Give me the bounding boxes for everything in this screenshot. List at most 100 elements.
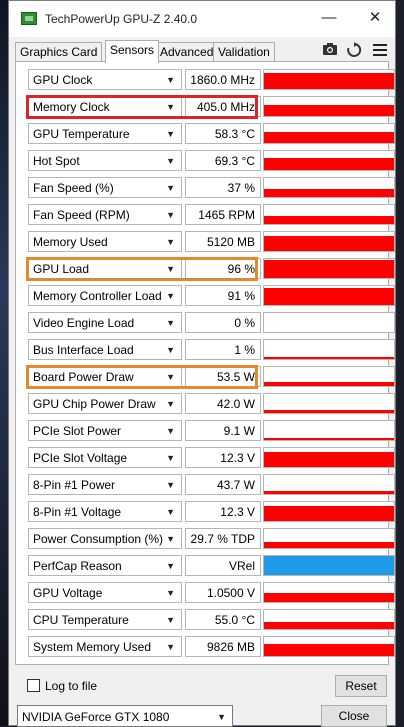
chevron-down-icon: ▼ [166,75,175,85]
sensor-graph-fill [264,382,394,386]
reset-button[interactable]: Reset [335,675,387,697]
sensor-graph [263,366,395,387]
menu-icon[interactable] [369,42,391,60]
chevron-down-icon: ▼ [166,507,175,517]
sensor-select[interactable]: Memory Controller Load ▼ [28,285,182,306]
sensor-graph-fill [264,491,394,494]
sensor-graph [263,231,395,252]
sensor-label: Fan Speed (%) [33,181,114,195]
footer: Log to file Reset NVIDIA GeForce GTX 108… [9,665,395,727]
sensor-value: 9826 MB [185,636,261,657]
sensor-select[interactable]: GPU Temperature ▼ [28,123,182,144]
sensor-row: GPU Voltage ▼ 1.0500 V [16,579,395,606]
sensor-value: 29.7 % TDP [185,528,261,549]
sensor-label: Memory Used [33,235,108,249]
chevron-down-icon: ▼ [217,712,226,722]
sensor-label: Power Consumption (%) [33,532,164,546]
sensor-select[interactable]: 8-Pin #1 Power ▼ [28,474,182,495]
sensor-row: CPU Temperature ▼ 55.0 °C [16,606,395,633]
sensor-label: Fan Speed (RPM) [33,208,130,222]
sensor-select[interactable]: GPU Chip Power Draw ▼ [28,393,182,414]
sensor-graph [263,501,395,522]
chevron-down-icon: ▼ [166,480,175,490]
sensor-select[interactable]: 8-Pin #1 Voltage ▼ [28,501,182,522]
sensor-label: PCIe Slot Voltage [33,451,128,465]
sensor-select[interactable]: System Memory Used ▼ [28,636,182,657]
sensor-select[interactable]: Fan Speed (RPM) ▼ [28,204,182,225]
close-button[interactable]: Close [321,705,387,727]
sensor-value: 9.1 W [185,420,261,441]
chevron-down-icon: ▼ [166,615,175,625]
tab-sensors[interactable]: Sensors [105,40,160,63]
sensor-graph [263,177,395,198]
log-to-file-label: Log to file [45,679,98,693]
sensor-value: 12.3 V [185,447,261,468]
close-window-button[interactable]: ✕ [361,7,389,29]
sensor-select[interactable]: Power Consumption (%) ▼ [28,528,182,549]
sensor-value: 1 % [185,339,261,360]
sensor-value: 69.3 °C [185,150,261,171]
sensor-graph [263,582,395,603]
sensor-row: Power Consumption (%) ▼ 29.7 % TDP [16,525,395,552]
sensor-select[interactable]: PerfCap Reason ▼ [28,555,182,576]
sensor-graph-fill [264,105,394,116]
tab-validation[interactable]: Validation [213,42,275,62]
sensor-value: 37 % [185,177,261,198]
sensor-value: 53.5 W [185,366,261,387]
chevron-down-icon: ▼ [166,183,175,193]
sensor-graph [263,555,395,576]
sensor-graph [263,609,395,630]
sensor-graph-fill [264,158,394,170]
desktop-background [0,0,8,726]
sensor-select[interactable]: PCIe Slot Power ▼ [28,420,182,441]
sensor-graph-fill [264,357,394,359]
sensor-row: Memory Clock ▼ 405.0 MHz [16,93,395,120]
sensor-graph-fill [264,73,394,89]
sensor-value: 1465 RPM [185,204,261,225]
camera-icon[interactable] [319,42,341,60]
sensor-select[interactable]: Board Power Draw ▼ [28,366,182,387]
sensor-graph-fill [264,260,394,278]
sensor-select[interactable]: GPU Clock ▼ [28,69,182,90]
chevron-down-icon: ▼ [166,264,175,274]
chevron-down-icon: ▼ [166,534,175,544]
sensor-label: PerfCap Reason [33,559,122,573]
tab-graphics-card[interactable]: Graphics Card [15,42,103,62]
sensor-panel: GPU Clock ▼ 1860.0 MHz Memory Clock ▼ 405.0 M… [15,61,395,665]
sensor-select[interactable]: CPU Temperature ▼ [28,609,182,630]
sensor-select[interactable]: Video Engine Load ▼ [28,312,182,333]
sensor-row: GPU Chip Power Draw ▼ 42.0 W [16,390,395,417]
sensor-row: Board Power Draw ▼ 53.5 W [16,363,395,390]
sensor-select[interactable]: Memory Clock ▼ [28,96,182,117]
sensor-row: PCIe Slot Voltage ▼ 12.3 V [16,444,395,471]
log-to-file-checkbox[interactable] [27,679,40,692]
sensor-graph-fill [264,542,394,548]
refresh-icon[interactable] [343,42,365,60]
sensor-label: 8-Pin #1 Voltage [33,505,122,519]
sensor-value: VRel [185,555,261,576]
sensor-select[interactable]: Fan Speed (%) ▼ [28,177,182,198]
sensor-label: GPU Load [33,262,90,276]
sensor-graph [263,636,395,657]
minimize-button[interactable]: — [315,7,343,29]
tab-advanced[interactable]: Advanced [155,42,219,62]
sensor-select[interactable]: GPU Load ▼ [28,258,182,279]
sensor-select[interactable]: Hot Spot ▼ [28,150,182,171]
chevron-down-icon: ▼ [166,345,175,355]
chevron-down-icon: ▼ [166,291,175,301]
sensor-graph [263,447,395,468]
sensor-row: PCIe Slot Power ▼ 9.1 W [16,417,395,444]
sensor-graph [263,312,395,333]
sensor-row: GPU Load ▼ 96 % [16,255,395,282]
sensor-label: GPU Chip Power Draw [33,397,156,411]
gpu-select[interactable]: NVIDIA GeForce GTX 1080 ▼ [17,705,233,727]
sensor-select[interactable]: Memory Used ▼ [28,231,182,252]
sensor-select[interactable]: Bus Interface Load ▼ [28,339,182,360]
sensor-row: Memory Used ▼ 5120 MB [16,228,395,255]
sensor-value: 405.0 MHz [185,96,261,117]
sensor-select[interactable]: GPU Voltage ▼ [28,582,182,603]
sensor-label: System Memory Used [33,640,152,654]
chevron-down-icon: ▼ [166,102,175,112]
sensor-select[interactable]: PCIe Slot Voltage ▼ [28,447,182,468]
gpu-select-value: NVIDIA GeForce GTX 1080 [22,710,170,724]
